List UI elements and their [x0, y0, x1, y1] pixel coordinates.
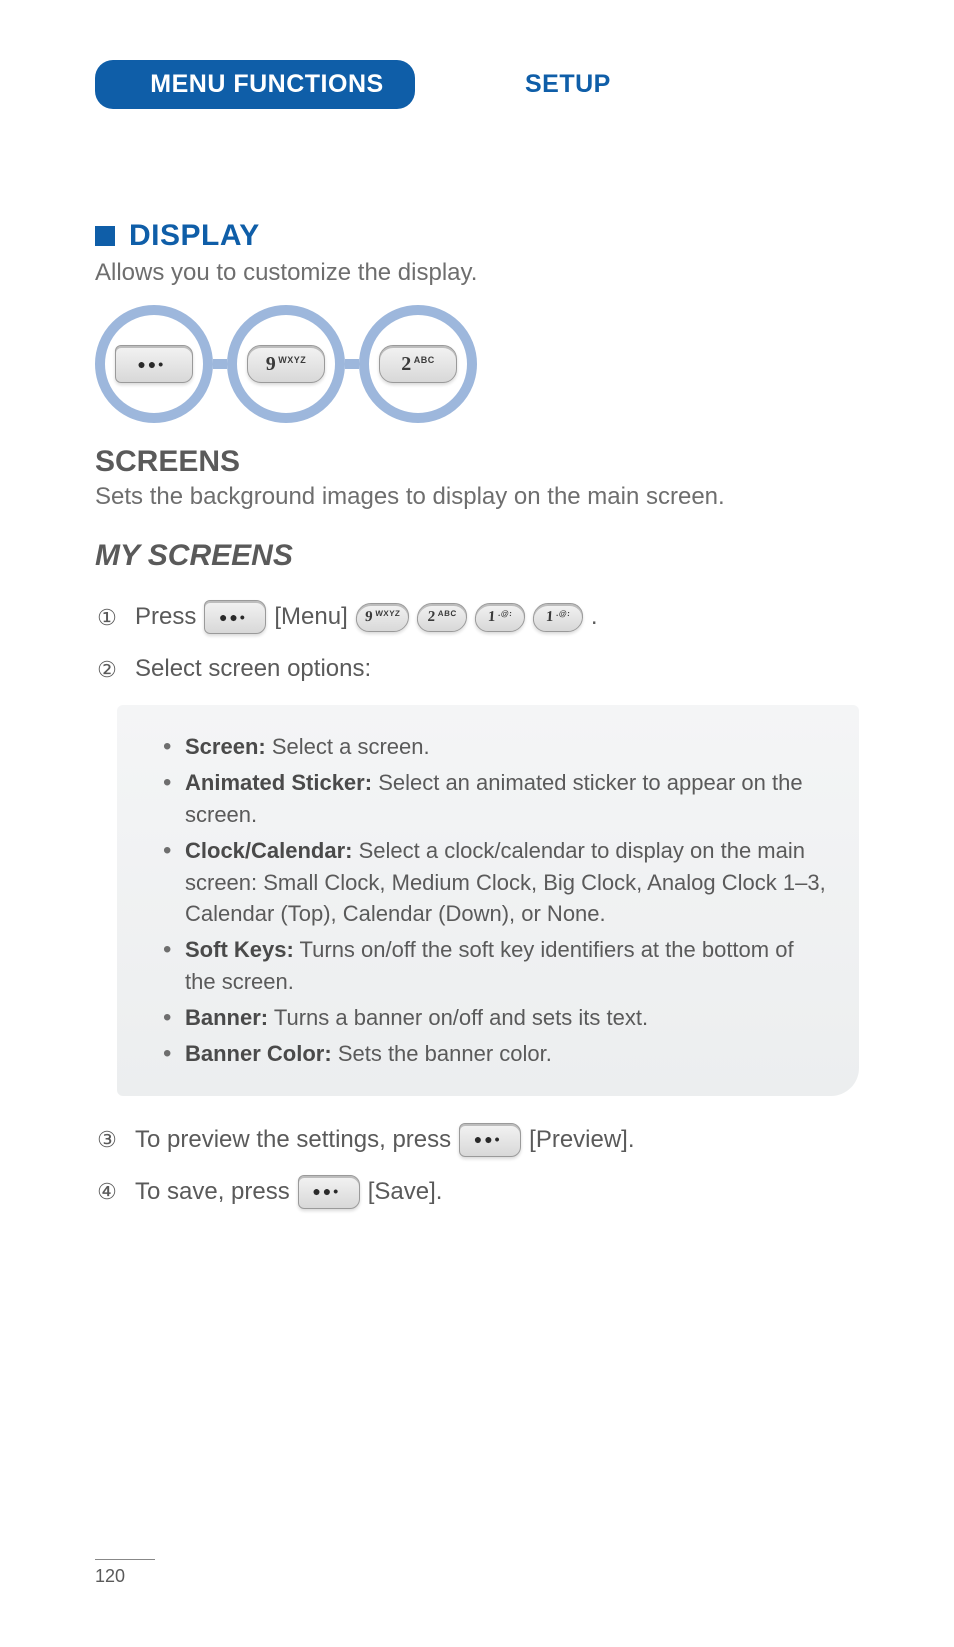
- step-1-suffix: .: [591, 599, 598, 635]
- option-label: Screen:: [185, 734, 266, 759]
- header-tab-label: MENU FUNCTIONS: [150, 70, 383, 98]
- display-desc: Allows you to customize the display.: [95, 259, 859, 287]
- step-1-menu: [Menu]: [274, 599, 347, 635]
- header-tab: MENU FUNCTIONS: [95, 60, 415, 109]
- list-item: Banner: Turns a banner on/off and sets i…: [163, 1002, 829, 1034]
- step-num-1: ①: [95, 601, 119, 634]
- option-text: Select a screen.: [272, 734, 430, 759]
- menu-softkey-icon: .: [115, 345, 193, 383]
- step-num-2: ②: [95, 653, 119, 686]
- step-2: ② Select screen options:: [95, 651, 859, 687]
- display-title: DISPLAY: [129, 219, 260, 253]
- step-4-line: To save, press . [Save].: [135, 1174, 442, 1210]
- key-2-icon: 2ABC: [416, 603, 468, 632]
- list-item: Soft Keys: Turns on/off the soft key ide…: [163, 934, 829, 998]
- options-box: Screen: Select a screen. Animated Sticke…: [117, 705, 859, 1096]
- key-9-icon: 9WXYZ: [247, 345, 325, 383]
- option-label: Clock/Calendar:: [185, 838, 353, 863]
- option-text: Turns a banner on/off and sets its text.: [274, 1005, 648, 1030]
- step-3-suffix: [Preview].: [529, 1122, 634, 1158]
- my-screens-title: MY SCREENS: [95, 539, 859, 573]
- display-section-heading: DISPLAY: [95, 219, 859, 253]
- step-1: ① Press . [Menu] 9WXYZ 2ABC 1.@: 1.@: .: [95, 599, 859, 635]
- list-item: Screen: Select a screen.: [163, 731, 829, 763]
- step-4: ④ To save, press . [Save].: [95, 1174, 859, 1210]
- list-item: Banner Color: Sets the banner color.: [163, 1038, 829, 1070]
- screens-desc: Sets the background images to display on…: [95, 483, 859, 511]
- left-softkey-icon: .: [298, 1175, 360, 1209]
- square-bullet-icon: [95, 226, 115, 246]
- keypath-connector-icon: [345, 359, 359, 369]
- menu-softkey-icon: .: [204, 600, 266, 634]
- page-header: MENU FUNCTIONS SETUP: [95, 60, 859, 109]
- keypath-connector-icon: [213, 359, 227, 369]
- keypath-ring-3: 2ABC: [359, 305, 477, 423]
- step-2-text: Select screen options:: [135, 651, 371, 687]
- keypath-ring-2: 9WXYZ: [227, 305, 345, 423]
- step-1-line: Press . [Menu] 9WXYZ 2ABC 1.@: 1.@: .: [135, 599, 598, 635]
- list-item: Animated Sticker: Select an animated sti…: [163, 767, 829, 831]
- key-1-icon: 1.@:: [474, 603, 526, 632]
- page-number: 120: [95, 1559, 155, 1587]
- step-num-4: ④: [95, 1175, 119, 1208]
- header-right-label: SETUP: [525, 70, 611, 99]
- options-list: Screen: Select a screen. Animated Sticke…: [163, 731, 829, 1070]
- option-label: Animated Sticker:: [185, 770, 372, 795]
- right-softkey-icon: .: [459, 1123, 521, 1157]
- list-item: Clock/Calendar: Select a clock/calendar …: [163, 835, 829, 931]
- option-label: Soft Keys:: [185, 937, 294, 962]
- key-1-icon: 1.@:: [532, 603, 584, 632]
- step-num-3: ③: [95, 1123, 119, 1156]
- key-9-icon: 9WXYZ: [355, 603, 410, 632]
- display-keypath: . 9WXYZ 2ABC: [95, 305, 859, 423]
- step-4-suffix: [Save].: [368, 1174, 443, 1210]
- option-label: Banner Color:: [185, 1041, 332, 1066]
- step-4-prefix: To save, press: [135, 1174, 290, 1210]
- key-2-icon: 2ABC: [379, 345, 457, 383]
- keypath-ring-1: .: [95, 305, 213, 423]
- step-3-line: To preview the settings, press . [Previe…: [135, 1122, 635, 1158]
- step-1-prefix: Press: [135, 599, 196, 635]
- step-3-prefix: To preview the settings, press: [135, 1122, 451, 1158]
- step-3: ③ To preview the settings, press . [Prev…: [95, 1122, 859, 1158]
- option-label: Banner:: [185, 1005, 268, 1030]
- screens-title: SCREENS: [95, 445, 859, 479]
- option-text: Sets the banner color.: [338, 1041, 552, 1066]
